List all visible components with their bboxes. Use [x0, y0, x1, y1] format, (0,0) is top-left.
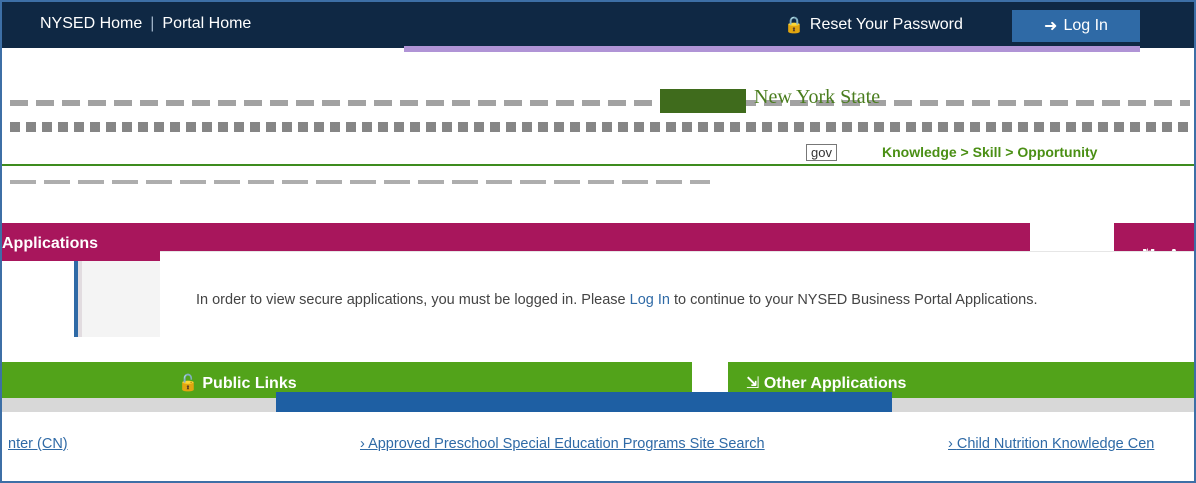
nav-separator: | — [150, 15, 155, 32]
lock-icon: 🔒 — [784, 17, 804, 34]
link-child-nutrition-center[interactable]: nter (CN) — [8, 436, 68, 452]
link-column-b: › Approved Preschool Special Education P… — [358, 420, 892, 478]
link-approved-preschool-label: Approved Preschool Special Education Pro… — [368, 436, 765, 452]
link-column-a: nter (CN) — [2, 420, 272, 478]
notice-text-before: In order to view secure applications, yo… — [196, 292, 630, 308]
applications-title: Applications — [2, 235, 99, 252]
other-applications-title: ⇲ Other Applications — [746, 373, 906, 393]
header-slogan: Knowledge > Skill > Opportunity — [882, 144, 1098, 160]
link-child-nutrition-knowledge[interactable]: › Child Nutrition Knowledge Cen — [948, 436, 1154, 452]
header-slogan-row: gov Knowledge > Skill > Opportunity — [10, 144, 1190, 162]
nys-logo[interactable] — [660, 89, 746, 113]
top-nav-left: NYSED Home | Portal Home — [40, 15, 251, 33]
other-applications-label: Other Applications — [763, 375, 907, 392]
login-notice-card: In order to view secure applications, yo… — [160, 251, 1196, 339]
link-column-c: › Child Nutrition Knowledge Cen — [926, 420, 1194, 478]
link-icon: ⇲ — [746, 375, 760, 392]
link-child-nutrition-label: Child Nutrition Knowledge Cen — [956, 436, 1155, 452]
reset-password-label: Reset Your Password — [809, 16, 963, 33]
public-links-title: 🔓 Public Links — [178, 373, 297, 393]
login-button[interactable]: ➜ Log In — [1012, 10, 1140, 42]
header-text-line — [10, 180, 710, 184]
notice-text-after: to continue to your NYSED Business Porta… — [669, 292, 1038, 308]
applications-side-panel — [2, 261, 78, 337]
header-text-line — [10, 100, 1190, 106]
notice-login-link[interactable]: Log In — [630, 292, 670, 308]
portal-home-link[interactable]: Portal Home — [162, 15, 251, 33]
login-icon: ➜ — [1044, 18, 1058, 35]
agency-name: New York State — [754, 86, 881, 108]
unlock-icon: 🔓 — [178, 375, 198, 392]
header-text-line — [10, 122, 1190, 132]
nysed-home-link[interactable]: NYSED Home — [40, 15, 142, 33]
link-approved-preschool-programs[interactable]: › Approved Preschool Special Education P… — [360, 436, 765, 452]
top-navigation-bar: NYSED Home | Portal Home 🔒 Reset Your Pa… — [2, 2, 1194, 54]
site-header: New York State gov Knowledge > Skill > O… — [2, 52, 1194, 210]
applications-divider — [82, 261, 160, 337]
public-links-label: Public Links — [202, 375, 297, 392]
login-notice-text: In order to view secure applications, yo… — [196, 292, 1038, 308]
gov-tag: gov — [806, 144, 837, 161]
public-links-tab — [276, 392, 892, 412]
reset-password-link[interactable]: 🔒 Reset Your Password — [784, 15, 963, 35]
login-label: Log In — [1063, 17, 1108, 34]
header-divider — [2, 164, 1194, 166]
